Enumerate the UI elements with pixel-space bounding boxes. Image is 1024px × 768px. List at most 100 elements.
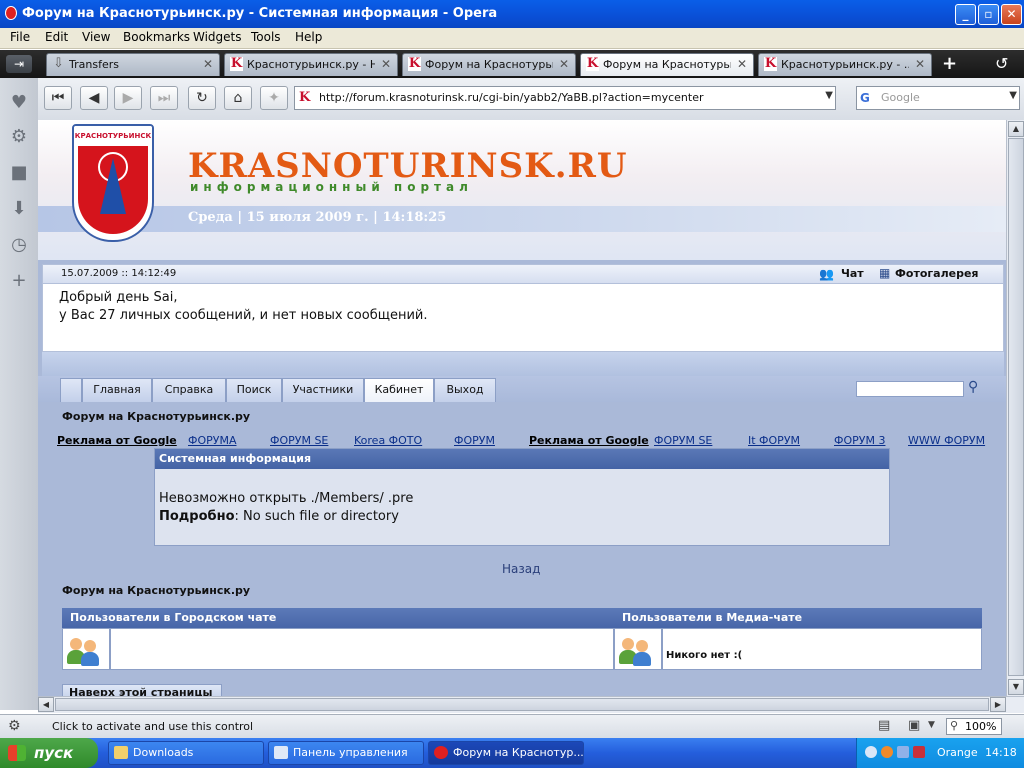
scroll-thumb[interactable] [1008, 138, 1024, 676]
menu-file[interactable]: File [10, 30, 30, 44]
ad-link[interactable]: WWW ФОРУМ [908, 434, 985, 447]
ad-link[interactable]: ФОРУМ [454, 434, 495, 447]
rewind-icon[interactable]: ⏮ [44, 86, 72, 110]
scroll-left-icon[interactable]: ◀ [38, 697, 54, 712]
messages-line: у Вас 27 личных сообщений, и нет новых с… [59, 308, 428, 323]
ad-link[interactable]: ФОРУМ SE [270, 434, 328, 447]
login-info-bar: 15.07.2009 :: 14:12:49 👥 Чат ▦ Фотогалер… [42, 264, 1004, 284]
address-field[interactable]: K http://forum.krasnoturinsk.ru/cgi-bin/… [294, 86, 836, 110]
reload-icon[interactable]: ↻ [188, 86, 216, 110]
chat-link[interactable]: Чат [841, 267, 864, 280]
forum-search-input[interactable] [856, 381, 964, 397]
side-panel: ♥ ⚙ ■ ⬇ ◷ + [0, 78, 39, 710]
downloads-icon[interactable]: ⬇ [8, 198, 30, 220]
ad-link[interactable]: Реклама от Google [57, 434, 177, 447]
horizontal-scrollbar[interactable]: ◀ ▶ [38, 696, 1024, 713]
tray-orange-icon[interactable] [881, 746, 893, 758]
tab-close-icon[interactable]: ✕ [203, 57, 213, 71]
scroll-down-icon[interactable]: ▼ [1008, 679, 1024, 695]
widgets-gear-icon[interactable]: ⚙ [8, 126, 30, 148]
menu-view[interactable]: View [82, 30, 110, 44]
ad-link[interactable]: ФОРУМ SE [654, 434, 712, 447]
address-dropdown-icon[interactable]: ▼ [825, 90, 833, 101]
tab-close-icon[interactable]: ✕ [737, 57, 747, 71]
tab-site-other[interactable]: K Краснотурьинск.ру - ... ✕ [758, 53, 932, 76]
tab-forum-active[interactable]: K Форум на Краснотурьи... ✕ [580, 53, 754, 76]
tab-close-icon[interactable]: ✕ [915, 57, 925, 71]
site-header: КРАСНОТУРЬИНСК KRASNOTURINSK.RU информац… [38, 120, 1006, 260]
minimize-button[interactable]: _ [955, 4, 976, 25]
fast-forward-icon[interactable]: ⏭ [150, 86, 178, 110]
gallery-link[interactable]: Фотогалерея [895, 267, 978, 280]
tab-transfers[interactable]: ⇩ Transfers ✕ [46, 53, 220, 76]
close-button[interactable]: ✕ [1001, 4, 1022, 25]
address-url[interactable]: http://forum.krasnoturinsk.ru/cgi-bin/ya… [319, 91, 704, 104]
forum-tab-help[interactable]: Справка [152, 378, 226, 402]
top-of-page-link[interactable]: Наверх этой страницы [62, 684, 222, 696]
wand-icon[interactable]: ✦ [260, 86, 288, 110]
hscroll-thumb[interactable] [55, 698, 989, 711]
forum-tab-members[interactable]: Участники [282, 378, 364, 402]
task-label: Панель управления [293, 746, 408, 759]
forward-icon[interactable]: ▶ [114, 86, 142, 110]
notes-icon[interactable]: ■ [8, 162, 30, 184]
ad-link[interactable]: Korea ФОТО [354, 434, 422, 447]
tab-site-home[interactable]: K Краснотурьинск.ру - Н... ✕ [224, 53, 398, 76]
crest-shield [78, 146, 148, 234]
menu-help[interactable]: Help [295, 30, 322, 44]
ad-link[interactable]: Реклама от Google [529, 434, 649, 447]
greeting-strip [42, 352, 1004, 376]
forum-tab-search[interactable]: Поиск [226, 378, 282, 402]
status-bar: ⚙ Click to activate and use this control… [0, 714, 1024, 739]
task-control-panel[interactable]: Панель управления [268, 741, 424, 765]
add-panel-icon[interactable]: + [8, 270, 30, 292]
scroll-right-icon[interactable]: ▶ [990, 697, 1006, 712]
bookmarks-icon[interactable]: ♥ [8, 92, 30, 114]
tray-lang[interactable]: Orange [937, 746, 978, 759]
tab-forum-1[interactable]: K Форум на Краснотурьи... ✕ [402, 53, 576, 76]
ad-link[interactable]: ФОРУМА [188, 434, 236, 447]
media-chat-header: Пользователи в Медиа-чате [614, 608, 982, 628]
home-icon[interactable]: ⌂ [224, 86, 252, 110]
search-dropdown-icon[interactable]: ▼ [1009, 90, 1017, 101]
forum-tab-logout[interactable]: Выход [434, 378, 496, 402]
chat-users-icon[interactable]: 👥 [819, 267, 834, 281]
tab-close-icon[interactable]: ✕ [381, 57, 391, 71]
panel-toggle-icon[interactable]: ⇥ [6, 55, 32, 73]
search-icon[interactable]: ⚲ [968, 379, 978, 395]
tray-security-icon[interactable] [913, 746, 925, 758]
tab-close-icon[interactable]: ✕ [559, 57, 569, 71]
google-icon[interactable]: G [860, 90, 876, 106]
forum-name-bottom: Форум на Краснотурьинск.ру [62, 584, 251, 597]
back-icon[interactable]: ◀ [80, 86, 108, 110]
tray-network-icon[interactable] [897, 746, 909, 758]
task-downloads[interactable]: Downloads [108, 741, 264, 765]
new-tab-icon[interactable]: + [942, 53, 957, 74]
back-link[interactable]: Назад [502, 562, 540, 576]
forum-tab-cabinet[interactable]: Кабинет [364, 378, 434, 402]
view-dropdown-icon[interactable]: ▼ [928, 720, 935, 730]
view-icon[interactable]: ▣ [908, 718, 920, 733]
maximize-button[interactable]: ▫ [978, 4, 999, 25]
menu-bookmarks[interactable]: Bookmarks [123, 30, 190, 44]
search-field[interactable]: G Google ▼ [856, 86, 1020, 110]
page-info-icon[interactable]: ▤ [878, 718, 890, 733]
ad-link[interactable]: It ФОРУМ [748, 434, 800, 447]
tray-arrow-icon[interactable] [865, 746, 877, 758]
trash-icon[interactable]: ↺ [995, 54, 1008, 73]
opera-icon [5, 6, 17, 20]
gallery-icon[interactable]: ▦ [879, 266, 890, 280]
menu-widgets[interactable]: Widgets [193, 30, 242, 44]
start-button[interactable]: пуск [0, 738, 98, 768]
forum-tab-home[interactable]: Главная [82, 378, 152, 402]
ad-link[interactable]: ФОРУМ 3 [834, 434, 885, 447]
menu-tools[interactable]: Tools [251, 30, 281, 44]
menu-edit[interactable]: Edit [45, 30, 68, 44]
opera-unite-icon[interactable]: ⚙ [8, 718, 21, 734]
task-opera[interactable]: Форум на Краснотур... [428, 741, 584, 765]
history-clock-icon[interactable]: ◷ [8, 234, 30, 256]
scroll-up-icon[interactable]: ▲ [1008, 121, 1024, 137]
vertical-scrollbar[interactable]: ▲ ▼ [1006, 120, 1024, 696]
city-crest-logo[interactable]: КРАСНОТУРЬИНСК [72, 124, 154, 242]
greeting-line: Добрый день Sai, [59, 290, 178, 305]
